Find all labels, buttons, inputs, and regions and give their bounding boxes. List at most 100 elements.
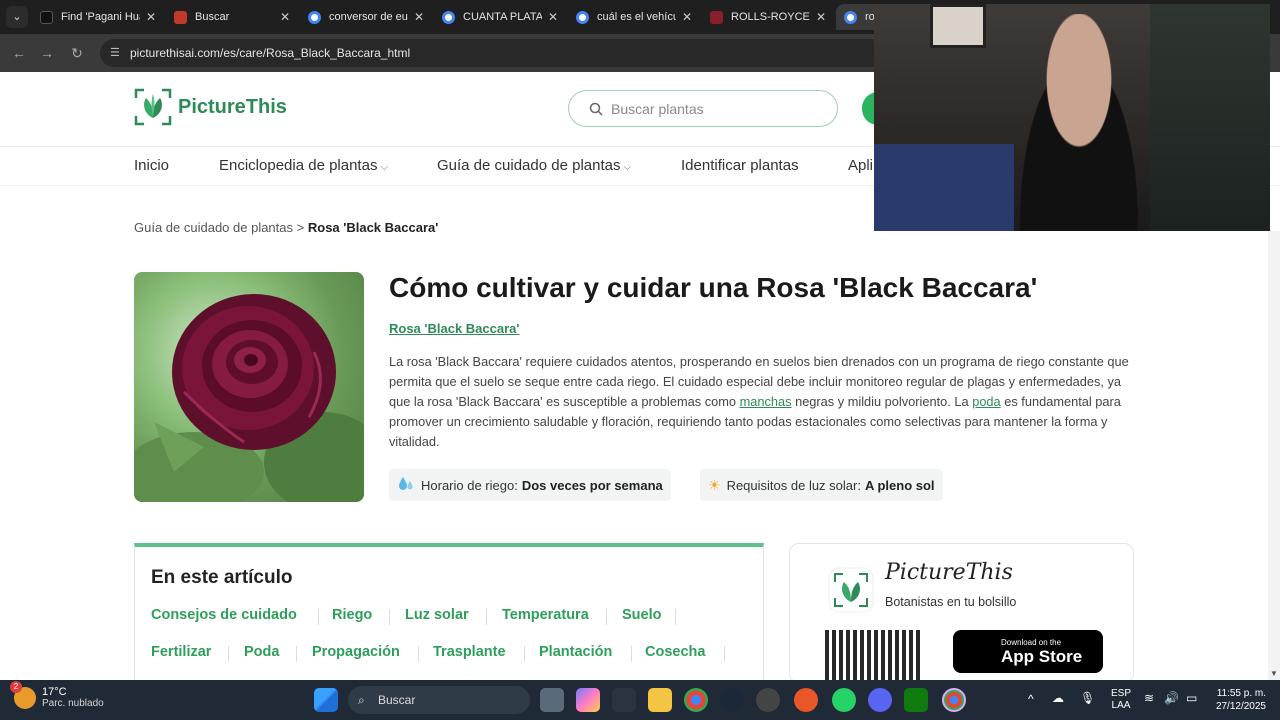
google-icon <box>308 10 321 24</box>
nav-item-enciclopedia[interactable]: Enciclopedia de plantas ⌵ <box>219 157 388 174</box>
xbox-icon[interactable] <box>904 688 928 712</box>
close-tab-icon[interactable]: ✕ <box>548 10 558 24</box>
site-info-icon[interactable]: ☰ <box>110 39 120 67</box>
browser-tab[interactable]: conversor de eu ✕ <box>300 4 432 30</box>
tiktok-icon <box>40 10 53 24</box>
water-drops-icon <box>397 476 415 495</box>
manchas-link[interactable]: manchas <box>740 394 792 409</box>
reload-icon[interactable]: ↻ <box>68 44 86 62</box>
windows-start-icon[interactable] <box>314 688 338 712</box>
nav-item-identificar[interactable]: Identificar plantas <box>681 157 799 174</box>
file-explorer-icon[interactable] <box>648 688 672 712</box>
tab-search-button[interactable]: ⌄ <box>6 6 28 28</box>
toc-link-cosecha[interactable]: Cosecha <box>645 644 705 660</box>
site-logo[interactable]: PictureThis <box>134 88 287 126</box>
toc-divider <box>486 609 487 625</box>
poda-link[interactable]: poda <box>972 394 1000 409</box>
plant-name-link[interactable]: Rosa 'Black Baccara' <box>389 321 519 336</box>
toc-title: En este artículo <box>151 567 293 588</box>
copilot-icon[interactable] <box>576 688 600 712</box>
app-icon[interactable] <box>612 688 636 712</box>
page-title: Cómo cultivar y cuidar una Rosa 'Black B… <box>389 272 1038 303</box>
rolls-royce-icon <box>710 10 723 24</box>
promo-tagline: Botanistas en tu bolsillo <box>885 595 1017 609</box>
steam-icon[interactable] <box>720 688 744 712</box>
browser-tab[interactable]: cuál es el vehícul ✕ <box>568 4 700 30</box>
webcam-background <box>1150 4 1270 231</box>
scroll-down-arrow-icon[interactable]: ▼ <box>1270 669 1278 678</box>
system-clock[interactable]: 11:55 p. m. 27/12/2025 <box>1210 687 1266 713</box>
back-arrow-icon[interactable]: ← <box>10 44 28 62</box>
weather-widget[interactable]: 2 17°C Parc. nublado <box>10 680 104 709</box>
chrome-icon[interactable] <box>684 688 708 712</box>
toc-link-temperatura[interactable]: Temperatura <box>502 607 589 623</box>
wifi-icon[interactable]: ≋ <box>1144 691 1154 705</box>
toc-divider <box>524 646 525 662</box>
browser-tab[interactable]: ROLLS-ROYCE L ✕ <box>702 4 834 30</box>
watering-schedule-chip: Horario de riego: Dos veces por semana <box>389 469 671 501</box>
chrome-icon[interactable] <box>942 688 966 712</box>
app-icon[interactable] <box>794 688 818 712</box>
forward-arrow-icon[interactable]: → <box>38 44 56 62</box>
breadcrumb: Guía de cuidado de plantas > Rosa 'Black… <box>134 220 439 235</box>
breadcrumb-parent-link[interactable]: Guía de cuidado de plantas <box>134 220 293 235</box>
table-of-contents: En este artículo Consejos de cuidado Rie… <box>134 543 764 683</box>
app-store-button[interactable]: Download on the App Store <box>953 630 1103 673</box>
weather-icon: 2 <box>10 680 36 709</box>
qr-code <box>825 630 921 682</box>
nav-item-guia-cuidado[interactable]: Guía de cuidado de plantas ⌵ <box>437 157 631 174</box>
search-icon: ⌕ <box>358 693 365 707</box>
browser-tab[interactable]: Find 'Pagani Hua ✕ <box>32 4 164 30</box>
volume-icon[interactable]: 🔊 <box>1164 691 1179 705</box>
toc-link-luz-solar[interactable]: Luz solar <box>405 607 469 623</box>
toc-link-poda[interactable]: Poda <box>244 644 279 660</box>
toc-link-propagacion[interactable]: Propagación <box>312 644 400 660</box>
nav-item-app[interactable]: Apli <box>848 157 873 174</box>
task-view-icon[interactable] <box>540 688 564 712</box>
toc-link-riego[interactable]: Riego <box>332 607 372 623</box>
toc-link-consejos[interactable]: Consejos de cuidado <box>151 607 297 623</box>
toc-link-suelo[interactable]: Suelo <box>622 607 661 623</box>
close-tab-icon[interactable]: ✕ <box>682 10 692 24</box>
site-icon <box>174 10 187 24</box>
toc-divider <box>631 646 632 662</box>
url-bar[interactable]: ☰ picturethisai.com/es/care/Rosa_Black_B… <box>100 39 1000 67</box>
taskbar-search[interactable]: ⌕ Buscar <box>348 686 530 714</box>
discord-icon[interactable] <box>868 688 892 712</box>
toc-divider <box>418 646 419 662</box>
toc-link-plantacion[interactable]: Plantación <box>539 644 612 660</box>
battery-icon[interactable]: ▭ <box>1186 691 1197 705</box>
plant-search-input[interactable]: Buscar plantas <box>568 90 838 127</box>
nav-item-inicio[interactable]: Inicio <box>134 157 169 174</box>
toc-link-fertilizar[interactable]: Fertilizar <box>151 644 211 660</box>
chevron-down-icon: ⌵ <box>380 162 389 173</box>
whatsapp-icon[interactable] <box>832 688 856 712</box>
close-tab-icon[interactable]: ✕ <box>146 10 156 24</box>
microphone-icon[interactable]: 🎙 <box>1080 691 1095 705</box>
toc-divider <box>606 609 607 625</box>
sun-icon: ☀ <box>708 476 721 493</box>
breadcrumb-current: Rosa 'Black Baccara' <box>307 220 439 235</box>
page-scrollbar[interactable]: ▼ <box>1268 231 1280 680</box>
webcam-overlay <box>874 4 1270 231</box>
toc-divider <box>675 609 676 625</box>
close-tab-icon[interactable]: ✕ <box>414 10 424 24</box>
close-tab-icon[interactable]: ✕ <box>816 10 826 24</box>
chevron-down-icon: ⌵ <box>623 162 632 173</box>
google-icon <box>844 10 857 24</box>
google-icon <box>576 10 589 24</box>
close-tab-icon[interactable]: ✕ <box>280 10 290 24</box>
search-icon <box>589 102 603 116</box>
chevron-up-icon[interactable]: ^ <box>1028 692 1034 706</box>
toc-divider <box>389 609 390 625</box>
browser-tab[interactable]: CUANTA PLATA ✕ <box>434 4 566 30</box>
app-promo-card: PictureThis Botanistas en tu bolsillo Do… <box>789 543 1134 683</box>
toc-link-trasplante[interactable]: Trasplante <box>433 644 506 660</box>
taskbar: 2 17°C Parc. nublado ⌕ Buscar ^ ☁ 🎙 ESP … <box>0 680 1280 720</box>
cloud-icon[interactable]: ☁ <box>1052 691 1064 705</box>
webcam-background <box>930 4 986 48</box>
language-indicator[interactable]: ESP LAA <box>1106 688 1136 712</box>
app-icon[interactable] <box>756 688 780 712</box>
browser-tab[interactable]: Buscar ✕ <box>166 4 298 30</box>
sunlight-chip: ☀ Requisitos de luz solar: A pleno sol <box>700 469 943 501</box>
